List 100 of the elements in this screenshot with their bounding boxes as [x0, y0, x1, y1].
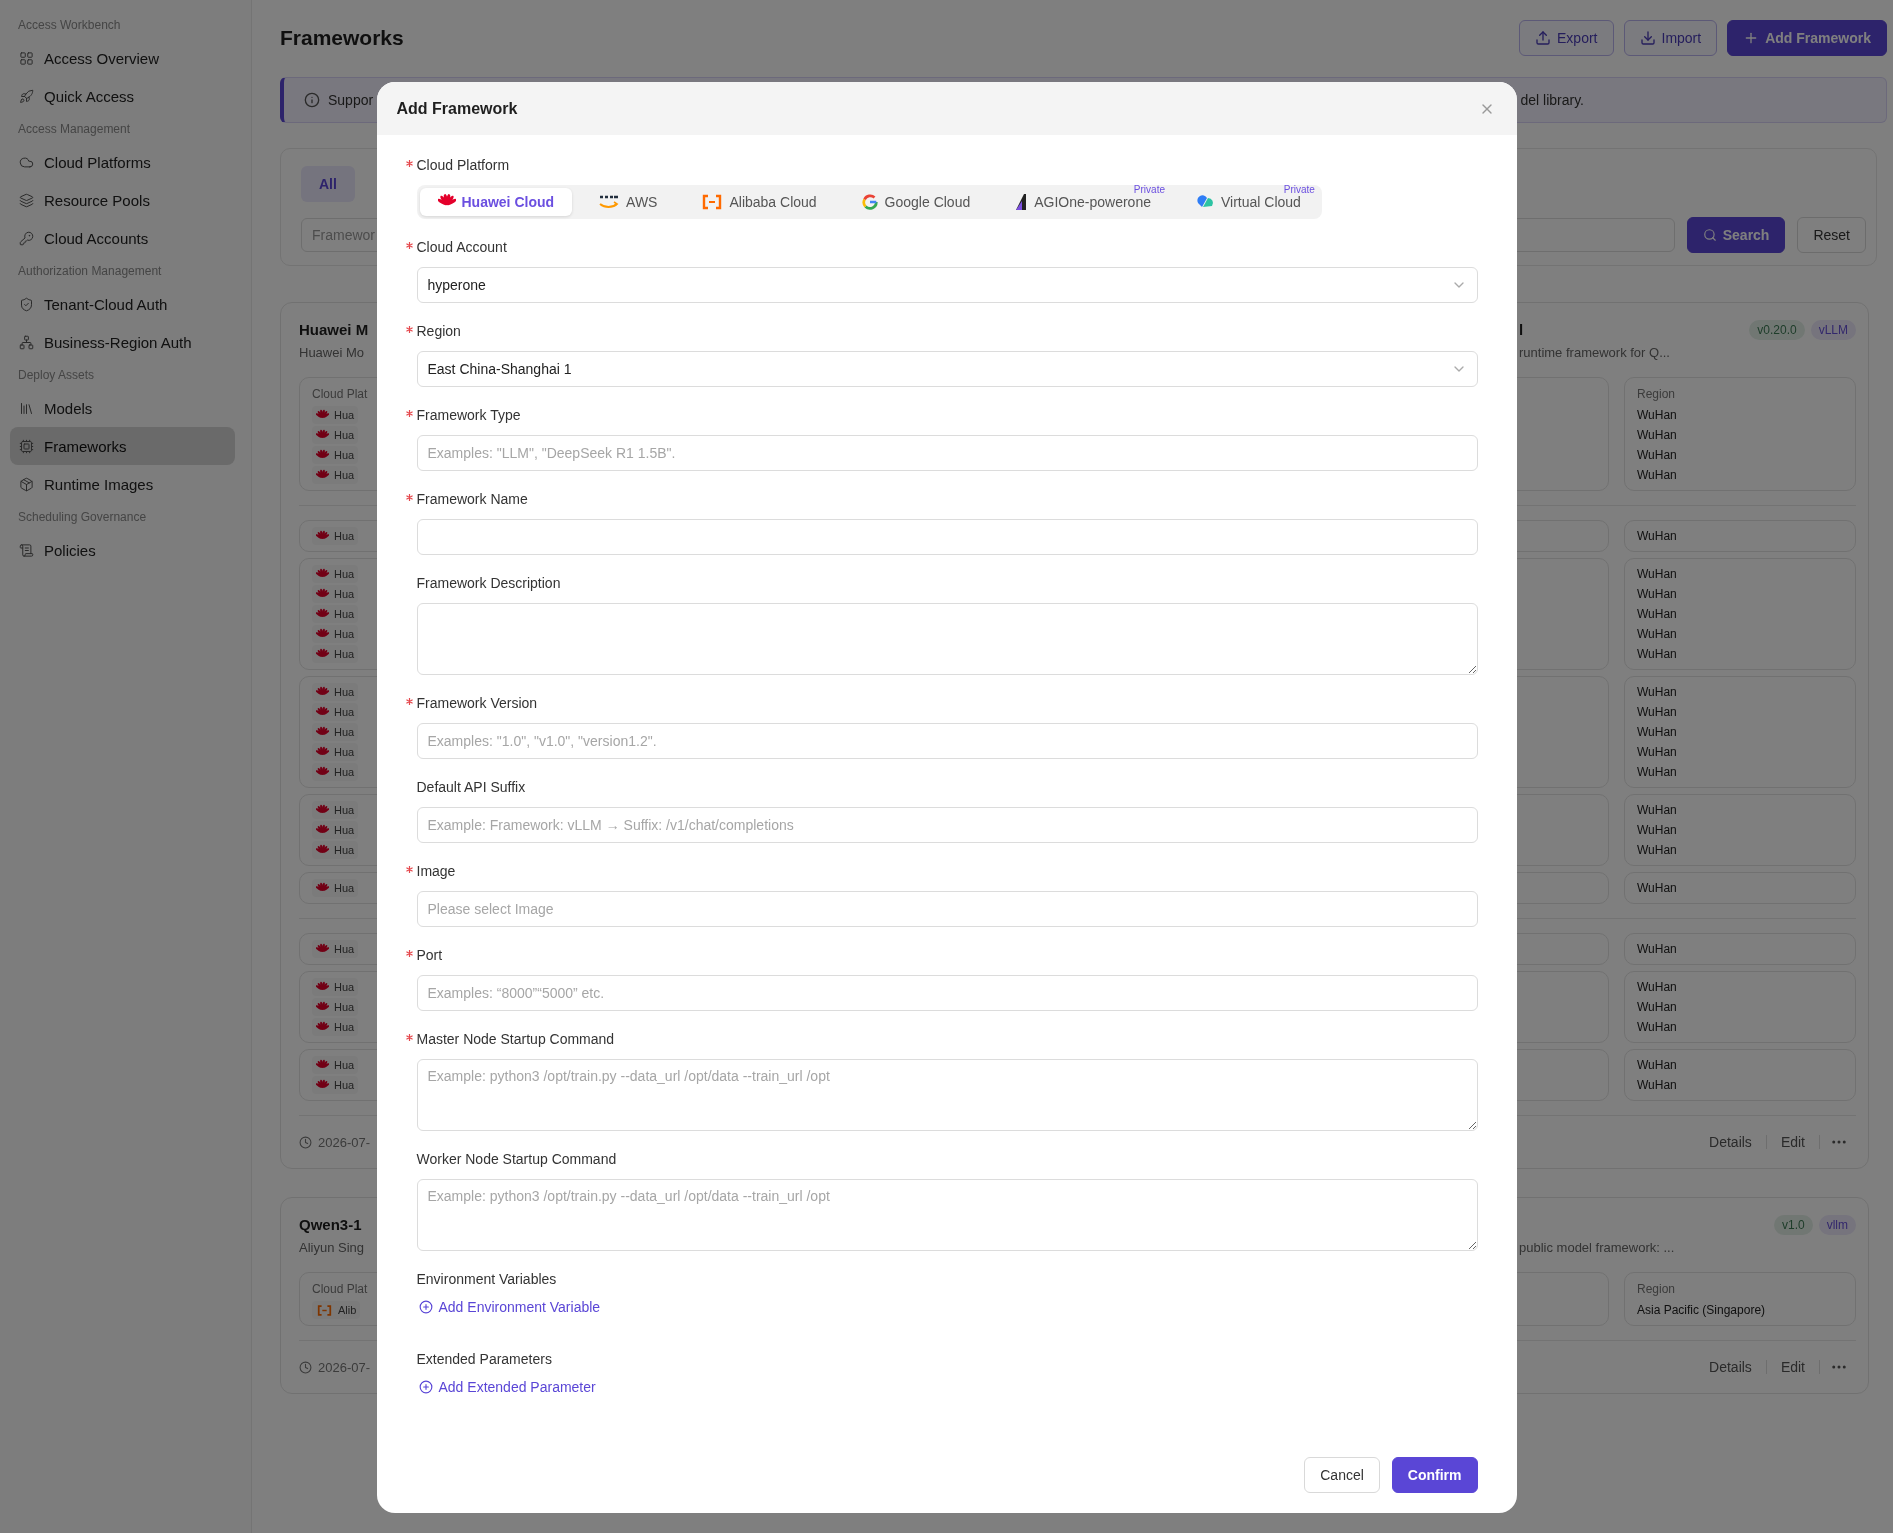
- field-label: Default API Suffix: [416, 778, 526, 797]
- field-label: Environment Variables: [416, 1270, 557, 1289]
- box-heading: Region: [1637, 386, 1677, 403]
- header-button[interactable]: Add Framework: [1727, 20, 1887, 56]
- sidebar-item[interactable]: Tenant-Cloud Auth: [10, 285, 235, 323]
- sidebar-item[interactable]: Access Overview: [10, 39, 235, 77]
- search-button[interactable]: Search: [1686, 217, 1786, 253]
- field-label: Region: [416, 322, 461, 341]
- platform-tab[interactable]: Alibaba Cloud: [683, 188, 835, 216]
- add-link[interactable]: Add Environment Variable: [416, 1295, 603, 1319]
- sidebar-item[interactable]: Runtime Images: [10, 465, 235, 503]
- sidebar-item-label: Resource Pools: [44, 191, 150, 209]
- page-title: Frameworks: [280, 26, 404, 50]
- sidebar-item-icon: [19, 88, 34, 104]
- region-name: WuHan: [1637, 447, 1678, 464]
- card-title: l: [1519, 320, 1524, 340]
- sidebar-item[interactable]: Policies: [10, 531, 235, 569]
- private-label: Private: [1283, 184, 1315, 196]
- banner-text: del library.: [1520, 92, 1584, 108]
- field-label: Port: [416, 946, 443, 965]
- header-button[interactable]: Export: [1519, 20, 1614, 56]
- sidebar-item[interactable]: Cloud Platforms: [10, 143, 235, 181]
- sidebar-item-icon: [19, 230, 34, 246]
- card-action-link[interactable]: Details: [1705, 1359, 1756, 1375]
- card-action-link[interactable]: Edit: [1776, 1134, 1809, 1150]
- bracket-logo-icon: [316, 1303, 333, 1317]
- platform-chip: Hua: [312, 879, 359, 897]
- input-field[interactable]: [416, 519, 1478, 555]
- sidebar-section-label: Authorization Management: [17, 263, 163, 280]
- filter-tab[interactable]: All: [301, 166, 355, 202]
- cancel-button[interactable]: Cancel: [1304, 1457, 1380, 1493]
- tag: v0.20.0: [1749, 320, 1805, 340]
- card-action-link[interactable]: Details: [1705, 1134, 1756, 1150]
- sidebar-item[interactable]: Quick Access: [10, 77, 235, 115]
- platform-chip: Alib: [312, 1301, 361, 1319]
- region-name: WuHan: [1637, 724, 1678, 741]
- input-field[interactable]: Example: Framework: vLLM → Suffix: /v1/chat/completions: [416, 807, 1478, 843]
- platform-chip: Hua: [312, 446, 359, 464]
- add-link[interactable]: Add Extended Parameter: [416, 1375, 598, 1399]
- bracket-logo-icon: [701, 193, 724, 211]
- platform-chip: Hua: [312, 1076, 359, 1094]
- input-field[interactable]: Examples: "LLM", "DeepSeek R1 1.5B".: [416, 435, 1478, 471]
- card-description: Huawei Mo: [299, 344, 365, 362]
- sidebar-item[interactable]: Business-Region Auth: [10, 323, 235, 361]
- platform-chip: Hua: [312, 527, 359, 545]
- reset-button[interactable]: Reset: [1797, 217, 1866, 253]
- region-name: WuHan: [1637, 1057, 1678, 1074]
- header-button[interactable]: Import: [1623, 20, 1718, 56]
- platform-chip: Hua: [312, 821, 359, 839]
- platform-tab[interactable]: Google Cloud: [842, 188, 989, 216]
- sidebar-section-label: Access Workbench: [17, 17, 122, 34]
- card-action-link[interactable]: Edit: [1776, 1359, 1809, 1375]
- sidebar-section-label: Deploy Assets: [17, 367, 96, 384]
- platform-chip: Hua: [312, 801, 359, 819]
- input-field[interactable]: Examples: “8000”“5000” etc.: [416, 975, 1478, 1011]
- platform-chip: Hua: [312, 406, 359, 424]
- platform-chip: Hua: [312, 940, 359, 958]
- region-name: WuHan: [1637, 1077, 1678, 1094]
- sidebar-item-label: Tenant-Cloud Auth: [44, 295, 168, 313]
- textarea-field[interactable]: [416, 603, 1478, 675]
- textarea-field[interactable]: Example: python3 /opt/train.py --data_url /opt/data --train_url /opt: [416, 1059, 1478, 1131]
- sidebar-item-label: Quick Access: [44, 87, 135, 105]
- sidebar-item[interactable]: Resource Pools: [10, 181, 235, 219]
- platform-chip: Hua: [312, 683, 359, 701]
- confirm-button[interactable]: Confirm: [1391, 1457, 1478, 1493]
- sidebar-item[interactable]: Models: [10, 389, 235, 427]
- sidebar-item[interactable]: Cloud Accounts: [10, 219, 235, 257]
- triangle-logo-icon: [1014, 193, 1029, 211]
- textarea-field[interactable]: Example: python3 /opt/train.py --data_url /opt/data --train_url /opt: [416, 1179, 1478, 1251]
- sidebar-item-label: Cloud Accounts: [44, 229, 149, 247]
- region-name: WuHan: [1637, 528, 1678, 545]
- plus-circle-icon: [418, 1380, 433, 1394]
- sidebar-item-label: Business-Region Auth: [44, 333, 192, 351]
- sidebar-item-label: Models: [44, 399, 93, 417]
- info-icon: [304, 92, 320, 108]
- platform-chip: Hua: [312, 565, 359, 583]
- card-date: 2026-07-: [299, 1134, 371, 1150]
- tag: vLLM: [1810, 320, 1856, 340]
- platform-chip: Hua: [312, 625, 359, 643]
- platform-chip: Hua: [312, 998, 359, 1016]
- field-label: Framework Name: [416, 490, 528, 509]
- sidebar-item[interactable]: Frameworks: [10, 427, 235, 465]
- dialog-title: Add Framework: [396, 99, 518, 118]
- sidebar-item-icon: [19, 542, 34, 558]
- platform-chip: Hua: [312, 841, 359, 859]
- platform-chip: Hua: [312, 645, 359, 663]
- sidebar-item-label: Cloud Platforms: [44, 153, 151, 171]
- select-field[interactable]: hyperone: [416, 267, 1478, 303]
- region-name: WuHan: [1637, 880, 1678, 897]
- platform-tab[interactable]: AWS: [580, 188, 676, 216]
- sidebar-item-icon: [19, 438, 34, 454]
- platform-tab[interactable]: Huawei Cloud: [419, 188, 573, 216]
- input-field[interactable]: Please select Image: [416, 891, 1478, 927]
- region-name: Asia Pacific (Singapore): [1637, 1302, 1767, 1319]
- tag: v1.0: [1774, 1215, 1813, 1235]
- select-field[interactable]: East China-Shanghai 1: [416, 351, 1478, 387]
- region-name: WuHan: [1637, 802, 1678, 819]
- region-name: WuHan: [1637, 764, 1678, 781]
- region-name: WuHan: [1637, 1019, 1678, 1036]
- input-field[interactable]: Examples: "1.0", "v1.0", "version1.2".: [416, 723, 1478, 759]
